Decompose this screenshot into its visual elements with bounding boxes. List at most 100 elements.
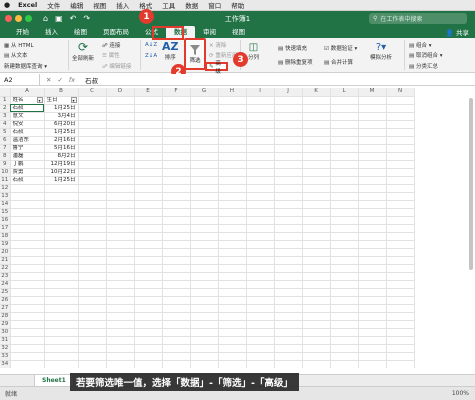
- cell[interactable]: [330, 320, 359, 329]
- cell[interactable]: [330, 272, 359, 281]
- cell[interactable]: [218, 96, 247, 105]
- cell[interactable]: [274, 280, 303, 289]
- cell[interactable]: [386, 104, 415, 113]
- cell[interactable]: [246, 192, 275, 201]
- cell[interactable]: [386, 288, 415, 297]
- refresh-all-button[interactable]: ⟳ 全部刷新: [72, 40, 94, 62]
- flash-fill-button[interactable]: ▤ 快速填充: [278, 44, 307, 52]
- cell[interactable]: 1月25日: [44, 104, 79, 113]
- cell[interactable]: [274, 200, 303, 209]
- cell[interactable]: [274, 312, 303, 321]
- cell[interactable]: [78, 96, 107, 105]
- cell[interactable]: [78, 328, 107, 337]
- cell[interactable]: [274, 352, 303, 361]
- column-header[interactable]: C: [78, 88, 107, 97]
- cell[interactable]: [386, 168, 415, 177]
- cell[interactable]: [162, 168, 191, 177]
- properties-button[interactable]: ☰ 属性: [102, 51, 120, 59]
- cell[interactable]: [358, 120, 387, 129]
- cell[interactable]: [302, 208, 331, 217]
- cell[interactable]: [274, 120, 303, 129]
- cell[interactable]: [218, 304, 247, 313]
- cell[interactable]: [78, 360, 107, 368]
- cell[interactable]: [358, 272, 387, 281]
- cell[interactable]: [134, 120, 163, 129]
- cell[interactable]: [134, 200, 163, 209]
- filter-button[interactable]: 筛选: [184, 38, 206, 70]
- cell[interactable]: [44, 360, 79, 368]
- cell[interactable]: [44, 240, 79, 249]
- cell[interactable]: [134, 112, 163, 121]
- cell[interactable]: [106, 360, 135, 368]
- cell[interactable]: [274, 216, 303, 225]
- row-header[interactable]: 10: [0, 168, 11, 177]
- cell[interactable]: [78, 272, 107, 281]
- cell[interactable]: [246, 128, 275, 137]
- consolidate-button[interactable]: ▤ 合并计算: [324, 58, 353, 66]
- cell[interactable]: [106, 272, 135, 281]
- row-header[interactable]: 19: [0, 240, 11, 249]
- from-text-button[interactable]: ▤ 从文本: [4, 51, 27, 59]
- cell[interactable]: [246, 200, 275, 209]
- cell[interactable]: [106, 104, 135, 113]
- cell[interactable]: [358, 360, 387, 368]
- cell[interactable]: [302, 176, 331, 185]
- row-header[interactable]: 17: [0, 224, 11, 233]
- sort-button[interactable]: A​Z 排序: [162, 40, 179, 61]
- cell[interactable]: [10, 248, 45, 257]
- cell[interactable]: [78, 296, 107, 305]
- cell[interactable]: [134, 216, 163, 225]
- cell[interactable]: [358, 248, 387, 257]
- cell[interactable]: [386, 248, 415, 257]
- minimize-window-icon[interactable]: [15, 15, 22, 22]
- cell[interactable]: [78, 304, 107, 313]
- cell[interactable]: [246, 176, 275, 185]
- cell[interactable]: [162, 152, 191, 161]
- cell[interactable]: [218, 288, 247, 297]
- cell[interactable]: [330, 344, 359, 353]
- cell[interactable]: [190, 136, 219, 145]
- cell[interactable]: [246, 112, 275, 121]
- cell[interactable]: [10, 184, 45, 193]
- cell[interactable]: [302, 224, 331, 233]
- tab-draw[interactable]: 绘图: [66, 26, 95, 38]
- cell[interactable]: [190, 288, 219, 297]
- cell[interactable]: [134, 152, 163, 161]
- tab-page-layout[interactable]: 页面布局: [95, 26, 137, 38]
- sheet-tab[interactable]: Sheet1: [34, 374, 74, 387]
- cell[interactable]: [330, 112, 359, 121]
- cell[interactable]: [10, 296, 45, 305]
- cell[interactable]: [162, 96, 191, 105]
- cell[interactable]: [162, 280, 191, 289]
- cell[interactable]: [358, 312, 387, 321]
- cell[interactable]: [386, 224, 415, 233]
- cell[interactable]: [78, 256, 107, 265]
- cell[interactable]: [386, 128, 415, 137]
- cell[interactable]: [162, 144, 191, 153]
- cell[interactable]: [358, 280, 387, 289]
- cell[interactable]: [302, 152, 331, 161]
- cell[interactable]: [218, 312, 247, 321]
- column-header[interactable]: L: [330, 88, 359, 97]
- cell[interactable]: [162, 256, 191, 265]
- cell[interactable]: [246, 232, 275, 241]
- cell[interactable]: [44, 288, 79, 297]
- cell[interactable]: [106, 192, 135, 201]
- cell[interactable]: 石叔: [10, 128, 45, 137]
- cell[interactable]: [246, 224, 275, 233]
- cell[interactable]: [10, 280, 45, 289]
- tab-view[interactable]: 视图: [224, 26, 253, 38]
- cell[interactable]: [44, 264, 79, 273]
- cell[interactable]: [274, 296, 303, 305]
- cell[interactable]: 5月16日: [44, 144, 79, 153]
- name-box[interactable]: A2: [0, 73, 40, 86]
- row-header[interactable]: 26: [0, 296, 11, 305]
- cell[interactable]: [162, 112, 191, 121]
- cell[interactable]: [10, 336, 45, 345]
- filter-dropdown-icon[interactable]: ▾: [36, 96, 43, 103]
- menu-tools[interactable]: 工具: [162, 0, 175, 10]
- row-header[interactable]: 31: [0, 336, 11, 345]
- column-header[interactable]: J: [274, 88, 303, 97]
- column-header[interactable]: D: [106, 88, 135, 97]
- cell[interactable]: [218, 248, 247, 257]
